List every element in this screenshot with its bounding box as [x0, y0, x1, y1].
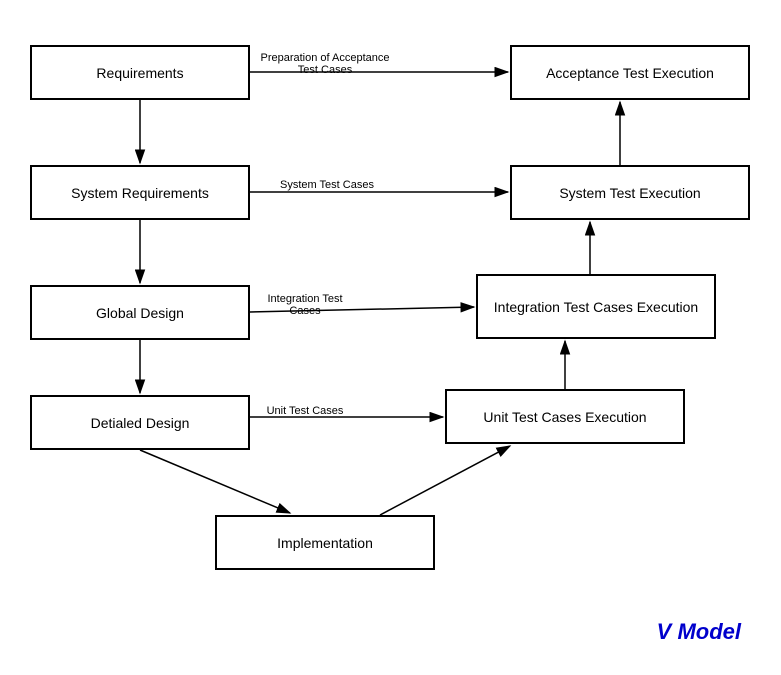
global-design-box: Global Design: [30, 285, 250, 340]
unit-test-label: Unit Test Cases Execution: [483, 409, 646, 425]
global-design-label: Global Design: [96, 305, 184, 321]
system-test-box: System Test Execution: [510, 165, 750, 220]
system-req-box: System Requirements: [30, 165, 250, 220]
system-test-label: System Test Execution: [559, 185, 700, 201]
integration-test-box: Integration Test Cases Execution: [476, 274, 716, 339]
requirements-label: Requirements: [96, 65, 183, 81]
acceptance-box: Acceptance Test Execution: [510, 45, 750, 100]
label-integration: Integration Test Cases: [255, 293, 355, 317]
implementation-label: Implementation: [277, 535, 373, 551]
integration-test-label: Integration Test Cases Execution: [494, 299, 698, 315]
label-acceptance: Preparation of Acceptance Test Cases: [255, 52, 395, 76]
v-model-title: V Model: [657, 619, 741, 645]
label-unit-test: Unit Test Cases: [260, 405, 350, 417]
arrow-impl-unittest: [380, 446, 510, 515]
detailed-design-box: Detialed Design: [30, 395, 250, 450]
detailed-design-label: Detialed Design: [91, 415, 190, 431]
implementation-box: Implementation: [215, 515, 435, 570]
arrow-detaileddesign-impl: [140, 450, 290, 513]
acceptance-label: Acceptance Test Execution: [546, 65, 714, 81]
unit-test-box: Unit Test Cases Execution: [445, 389, 685, 444]
requirements-box: Requirements: [30, 45, 250, 100]
v-model-diagram: Requirements Acceptance Test Execution S…: [0, 0, 781, 675]
system-req-label: System Requirements: [71, 185, 209, 201]
label-system-test: System Test Cases: [272, 179, 382, 191]
